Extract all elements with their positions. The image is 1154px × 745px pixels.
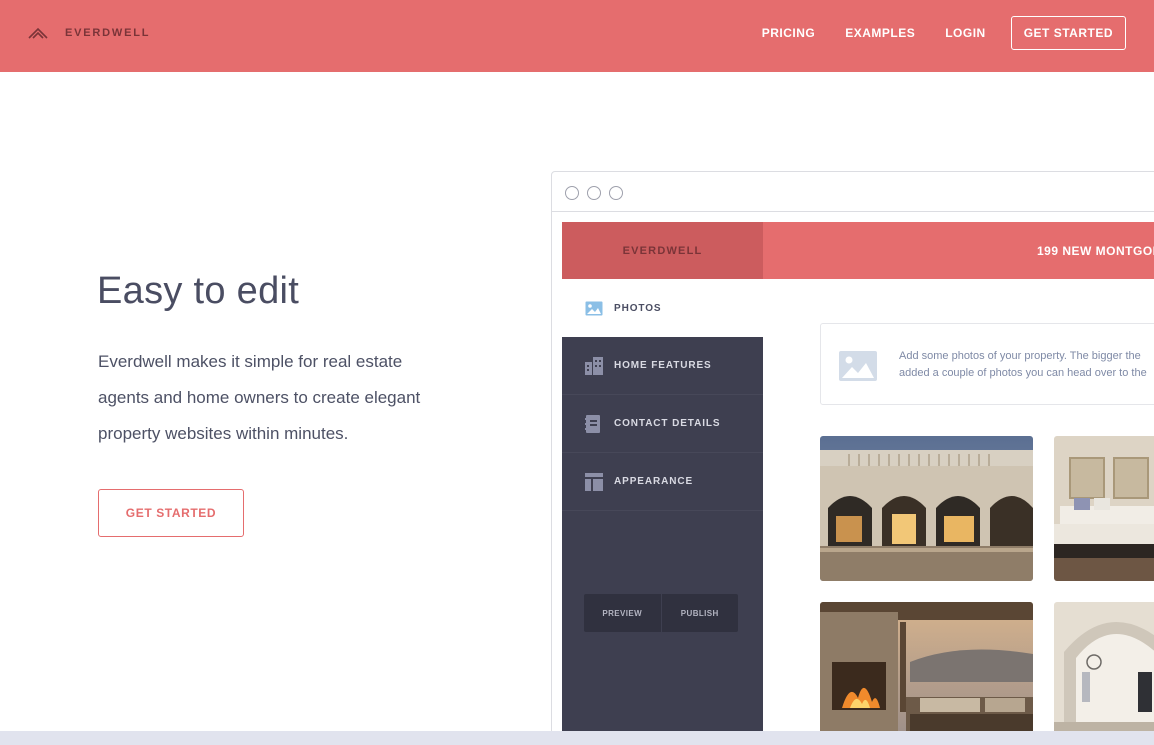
editor-brand[interactable]: EVERDWELL <box>562 222 763 279</box>
layout-icon <box>585 472 603 491</box>
image-icon <box>585 301 603 315</box>
window-minimize-dot <box>587 186 601 200</box>
info-line-1: Add some photos of your property. The bi… <box>899 350 1141 362</box>
brand-logo[interactable]: EVERDWELL <box>28 26 150 40</box>
sidebar-item-label: HOME FEATURES <box>614 360 712 371</box>
nav-login-link[interactable]: LOGIN <box>945 26 986 40</box>
landing-page: EVERDWELL PRICING EXAMPLES LOGIN GET STA… <box>0 0 1154 745</box>
sidebar-item-appearance[interactable]: APPEARANCE <box>562 453 763 511</box>
bedroom-photo[interactable] <box>1054 436 1154 581</box>
window-maximize-dot <box>609 186 623 200</box>
sidebar-item-label: PHOTOS <box>614 302 662 314</box>
photos-info-box: Add some photos of your property. The bi… <box>820 323 1154 405</box>
editor-content: Add some photos of your property. The bi… <box>763 279 1154 745</box>
hero-get-started-button[interactable]: GET STARTED <box>98 489 244 537</box>
bottom-edge-strip <box>0 731 1154 745</box>
main-nav: PRICING EXAMPLES LOGIN GET STARTED <box>732 16 1126 50</box>
hero-title: Easy to edit <box>97 270 300 312</box>
editor-header: EVERDWELL 199 NEW MONTGOM <box>562 222 1154 279</box>
browser-toolbar <box>552 172 1154 212</box>
sidebar-item-contact-details[interactable]: CONTACT DETAILS <box>562 395 763 453</box>
editor-sidebar: PHOTOS HOME FEATURES CONTACT DETAILS APP… <box>562 279 763 745</box>
nav-pricing-link[interactable]: PRICING <box>762 26 816 40</box>
arched-hallway-photo[interactable] <box>1054 602 1154 737</box>
building-icon <box>585 356 603 375</box>
browser-mockup: EVERDWELL 199 NEW MONTGOM PHOTOS HOME FE… <box>551 171 1154 745</box>
nav-get-started-button[interactable]: GET STARTED <box>1010 16 1126 50</box>
sidebar-item-label: APPEARANCE <box>614 476 694 487</box>
mountain-logo-icon <box>28 27 48 39</box>
hero-description: Everdwell makes it simple for real estat… <box>98 352 421 443</box>
image-placeholder-icon <box>839 351 877 381</box>
sidebar-item-home-features[interactable]: HOME FEATURES <box>562 337 763 395</box>
editor-actions: PREVIEW PUBLISH <box>584 594 738 632</box>
fireplace-patio-photo[interactable] <box>820 602 1033 737</box>
nav-examples-link[interactable]: EXAMPLES <box>845 26 915 40</box>
info-line-2: added a couple of photos you can head ov… <box>899 367 1147 379</box>
exterior-arches-photo[interactable] <box>820 436 1033 581</box>
top-navigation-bar: EVERDWELL PRICING EXAMPLES LOGIN GET STA… <box>0 0 1154 72</box>
property-address: 199 NEW MONTGOM <box>1037 244 1154 258</box>
sidebar-item-photos[interactable]: PHOTOS <box>562 279 763 337</box>
window-close-dot <box>565 186 579 200</box>
preview-button[interactable]: PREVIEW <box>584 594 661 632</box>
photos-info-text: Add some photos of your property. The bi… <box>899 348 1154 382</box>
sidebar-item-label: CONTACT DETAILS <box>614 418 721 429</box>
editor-app: EVERDWELL 199 NEW MONTGOM PHOTOS HOME FE… <box>562 222 1154 745</box>
contact-book-icon <box>585 414 600 433</box>
brand-name: EVERDWELL <box>65 27 151 39</box>
publish-button[interactable]: PUBLISH <box>662 594 739 632</box>
